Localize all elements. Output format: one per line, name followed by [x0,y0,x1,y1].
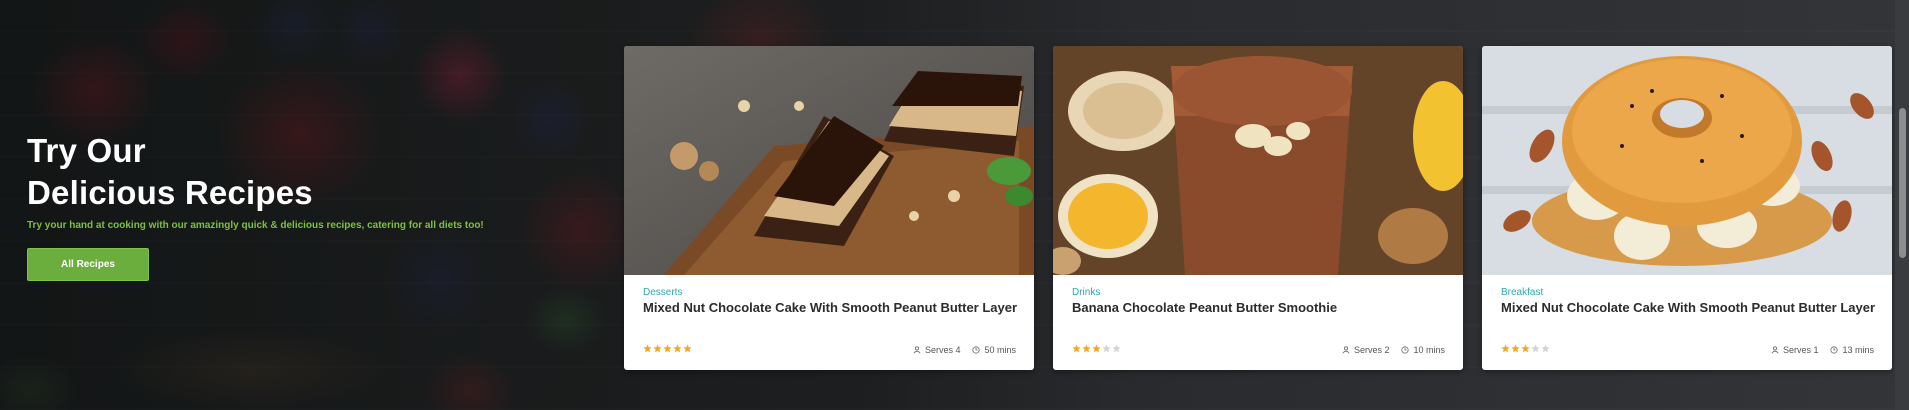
star-filled-icon [663,344,672,353]
serves-text: Serves 1 [1782,345,1819,355]
serves-info: Serves 4 [913,345,961,355]
star-rating [643,344,692,353]
time-text: 50 mins [984,345,1016,355]
star-filled-icon [1511,344,1520,353]
star-filled-icon [1082,344,1091,353]
all-recipes-button[interactable]: All Recipes [27,248,149,281]
recipe-meta: Serves 2 10 mins [1342,345,1445,355]
hero-title-line1: Try Our [27,132,146,169]
recipe-card-body: Drinks Banana Chocolate Peanut Butter Sm… [1053,275,1463,370]
star-empty-icon [1112,344,1121,353]
recipe-title[interactable]: Mixed Nut Chocolate Cake With Smooth Pea… [1501,300,1875,315]
star-filled-icon [1072,344,1081,353]
scrollbar[interactable] [1895,0,1909,410]
hero-title-line2: Delicious Recipes [27,174,313,211]
star-filled-icon [1092,344,1101,353]
time-info: 13 mins [1830,345,1874,355]
recipe-meta: Serves 4 50 mins [913,345,1016,355]
recipe-category[interactable]: Breakfast [1501,287,1543,298]
serves-text: Serves 2 [1353,345,1390,355]
star-filled-icon [1521,344,1530,353]
person-icon [1342,346,1350,354]
star-filled-icon [643,344,652,353]
star-empty-icon [1102,344,1111,353]
clock-icon [1830,346,1839,354]
scrollbar-thumb[interactable] [1899,108,1906,258]
time-info: 10 mins [1401,345,1445,355]
star-empty-icon [1541,344,1550,353]
hero-section: Try Our Delicious Recipes Try your hand … [27,130,607,281]
recipe-image-chocolate-cake[interactable] [624,46,1034,275]
time-text: 10 mins [1413,345,1445,355]
recipe-card-body: Desserts Mixed Nut Chocolate Cake With S… [624,275,1034,370]
hero-subtitle: Try your hand at cooking with our amazin… [27,220,484,231]
star-rating [1072,344,1121,353]
star-rating [1501,344,1550,353]
person-icon [1771,346,1779,354]
recipe-card[interactable]: Desserts Mixed Nut Chocolate Cake With S… [624,46,1034,370]
time-info: 50 mins [972,345,1016,355]
star-filled-icon [653,344,662,353]
recipe-card[interactable]: Drinks Banana Chocolate Peanut Butter Sm… [1053,46,1463,370]
recipe-image-smoothie[interactable] [1053,46,1463,275]
star-filled-icon [1501,344,1510,353]
star-filled-icon [683,344,692,353]
hero-title: Try Our Delicious Recipes [27,130,607,214]
recipe-title[interactable]: Mixed Nut Chocolate Cake With Smooth Pea… [643,300,1017,315]
clock-icon [972,346,981,354]
recipe-title[interactable]: Banana Chocolate Peanut Butter Smoothie [1072,300,1337,315]
recipe-meta: Serves 1 13 mins [1771,345,1874,355]
clock-icon [1401,346,1410,354]
recipe-card-body: Breakfast Mixed Nut Chocolate Cake With … [1482,275,1892,370]
recipe-category[interactable]: Desserts [643,287,682,298]
serves-text: Serves 4 [924,345,961,355]
time-text: 13 mins [1842,345,1874,355]
star-filled-icon [673,344,682,353]
recipe-category[interactable]: Drinks [1072,287,1100,298]
serves-info: Serves 2 [1342,345,1390,355]
star-empty-icon [1531,344,1540,353]
person-icon [913,346,921,354]
recipe-card[interactable]: Breakfast Mixed Nut Chocolate Cake With … [1482,46,1892,370]
serves-info: Serves 1 [1771,345,1819,355]
recipe-image-bagel[interactable] [1482,46,1892,275]
